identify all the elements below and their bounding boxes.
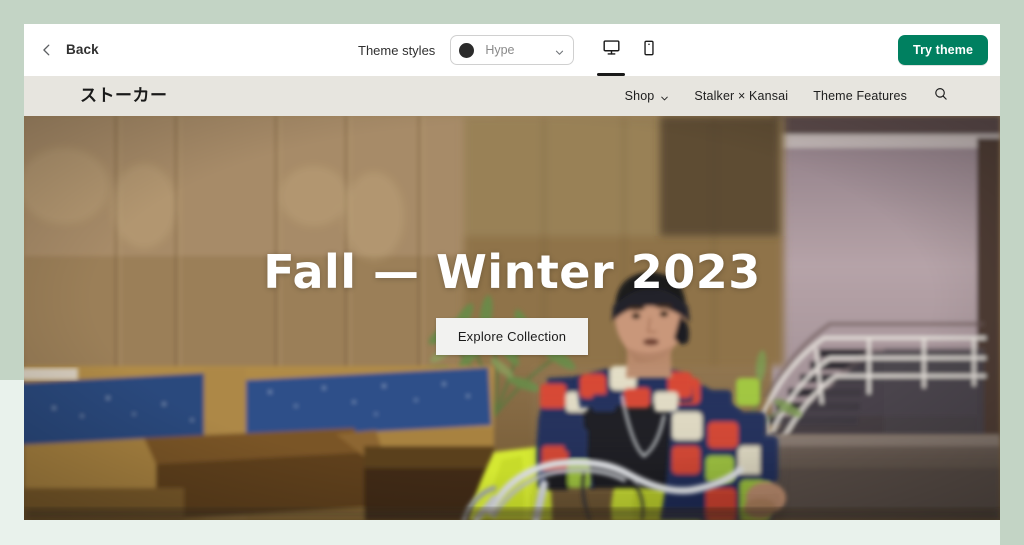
theme-preview-window: Back Theme styles Hype Try theme ストーカー S… [24,24,1000,520]
desktop-view-button[interactable] [592,24,630,76]
back-button[interactable]: Back [32,37,107,63]
theme-style-swatch [459,42,475,58]
chevron-down-icon [554,45,565,56]
nav-item-label: Stalker × Kansai [694,89,789,103]
nav-item-theme-features[interactable]: Theme Features [813,89,907,103]
explore-collection-button[interactable]: Explore Collection [435,318,589,355]
toolbar-center-group: Theme styles Hype [358,24,668,76]
nav-item-shop[interactable]: Shop [625,89,670,103]
hero-banner: Fall — Winter 2023 Explore Collection [24,116,1000,520]
chevron-down-icon [660,92,669,101]
storefront-nav-links: Shop Stalker × Kansai Theme Features [625,87,950,105]
storefront-nav: ストーカー Shop Stalker × Kansai Theme Featur… [24,76,1000,116]
nav-item-stalker-kansai[interactable]: Stalker × Kansai [694,89,788,103]
screen-root: Back Theme styles Hype Try theme ストーカー S… [0,0,1024,545]
try-theme-button[interactable]: Try theme [898,35,988,65]
device-toggle-group [592,24,668,76]
hero-title: Fall — Winter 2023 [263,245,761,299]
search-button[interactable] [932,87,950,105]
search-icon [933,86,949,107]
mobile-view-button[interactable] [630,24,668,76]
theme-styles-label: Theme styles [358,42,436,58]
theme-style-value: Hype [485,43,515,57]
store-logo[interactable]: ストーカー [80,87,168,105]
page-background-right [1000,0,1024,545]
theme-style-select[interactable]: Hype [450,35,575,65]
hero-content: Fall — Winter 2023 Explore Collection [24,249,1000,355]
nav-item-label: Shop [624,89,655,103]
nav-item-label: Theme Features [813,89,907,103]
back-button-label: Back [66,42,99,58]
preview-toolbar: Back Theme styles Hype Try theme [24,24,1000,76]
desktop-icon [602,38,621,62]
mobile-icon [640,39,658,62]
chevron-left-icon [40,43,54,57]
